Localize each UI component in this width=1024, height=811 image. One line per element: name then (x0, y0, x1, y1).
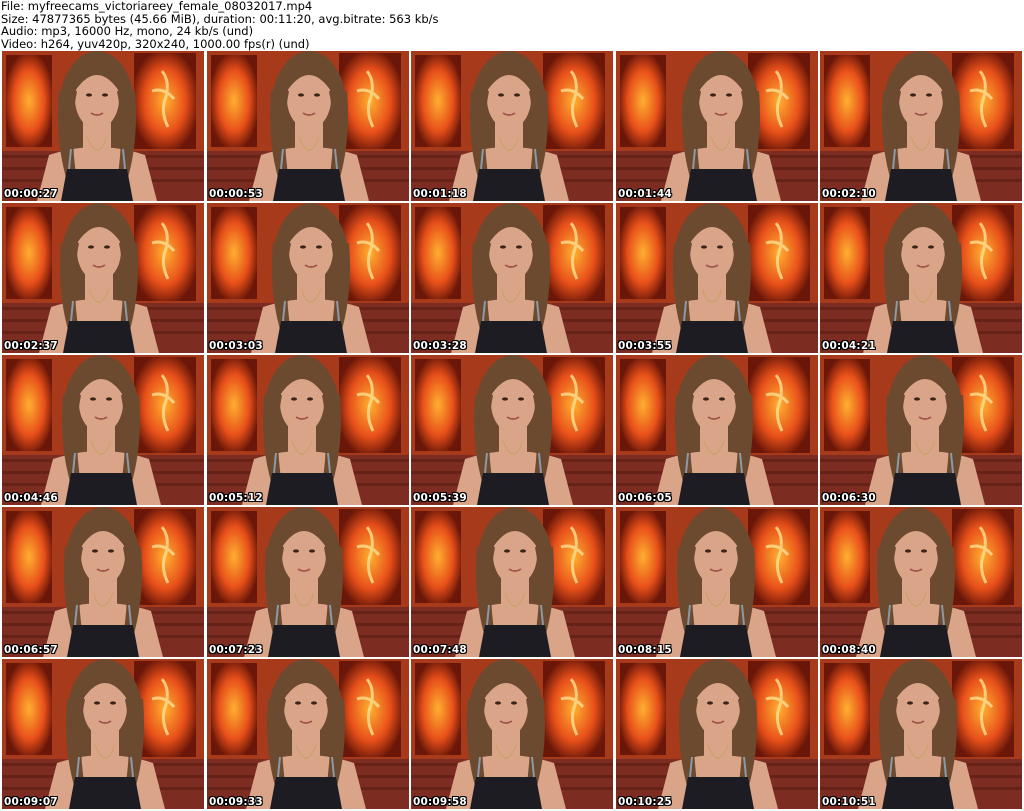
video-frame-thumbnail: 00:09:58 (411, 659, 613, 809)
frame-image (820, 659, 1022, 809)
frame-timestamp: 00:01:44 (618, 188, 672, 200)
video-frame-thumbnail: 00:02:37 (2, 203, 204, 353)
video-frame-thumbnail: 00:10:25 (616, 659, 818, 809)
video-frame-thumbnail: 00:03:55 (616, 203, 818, 353)
frame-timestamp: 00:05:12 (209, 492, 263, 504)
frame-timestamp: 00:06:57 (4, 644, 58, 656)
video-frame-thumbnail: 00:06:05 (616, 355, 818, 505)
video-frame-thumbnail: 00:03:03 (207, 203, 409, 353)
video-frame-thumbnail: 00:03:28 (411, 203, 613, 353)
video-frame-thumbnail: 00:01:18 (411, 51, 613, 201)
frame-image (207, 659, 409, 809)
video-frame-thumbnail: 00:09:07 (2, 659, 204, 809)
frame-image (207, 51, 409, 201)
video-frame-thumbnail: 00:07:48 (411, 507, 613, 657)
frame-timestamp: 00:02:37 (4, 340, 58, 352)
video-frame-thumbnail: 00:06:57 (2, 507, 204, 657)
frame-image (616, 51, 818, 201)
frame-timestamp: 00:04:46 (4, 492, 58, 504)
frame-image (411, 507, 613, 657)
file-name-line: File: myfreecams_victoriareey_female_080… (1, 0, 313, 13)
frame-image (616, 355, 818, 505)
frame-timestamp: 00:05:39 (413, 492, 467, 504)
frame-timestamp: 00:09:33 (209, 796, 263, 808)
frame-timestamp: 00:01:18 (413, 188, 467, 200)
frame-timestamp: 00:09:07 (4, 796, 58, 808)
frame-image (207, 355, 409, 505)
frame-timestamp: 00:07:23 (209, 644, 263, 656)
video-info-line: Video: h264, yuv420p, 320x240, 1000.00 f… (1, 36, 310, 51)
frame-timestamp: 00:08:15 (618, 644, 672, 656)
frame-image (411, 659, 613, 809)
frame-timestamp: 00:08:40 (822, 644, 876, 656)
frame-timestamp: 00:06:30 (822, 492, 876, 504)
frame-image (820, 355, 1022, 505)
frame-image (820, 203, 1022, 353)
video-frame-thumbnail: 00:01:44 (616, 51, 818, 201)
file-info-header: File: myfreecams_victoriareey_female_080… (0, 0, 1024, 50)
frame-image (616, 507, 818, 657)
frame-timestamp: 00:03:03 (209, 340, 263, 352)
frame-timestamp: 00:10:25 (618, 796, 672, 808)
frame-image (2, 659, 204, 809)
frame-image (411, 51, 613, 201)
frame-image (616, 659, 818, 809)
frame-timestamp: 00:10:51 (822, 796, 876, 808)
frame-image (820, 507, 1022, 657)
frame-timestamp: 00:06:05 (618, 492, 672, 504)
frame-timestamp: 00:00:27 (4, 188, 58, 200)
video-frame-thumbnail: 00:00:53 (207, 51, 409, 201)
video-frame-thumbnail: 00:02:10 (820, 51, 1022, 201)
video-frame-thumbnail: 00:04:21 (820, 203, 1022, 353)
frame-timestamp: 00:04:21 (822, 340, 876, 352)
audio-info-line: Audio: mp3, 16000 Hz, mono, 24 kb/s (und… (1, 24, 254, 38)
thumbnail-grid: 00:00:27 00:00:53 00:01:18 00:01:44 00:02:10… (0, 51, 1024, 811)
video-frame-thumbnail: 00:07:23 (207, 507, 409, 657)
frame-timestamp: 00:03:28 (413, 340, 467, 352)
video-frame-thumbnail: 00:06:30 (820, 355, 1022, 505)
video-frame-thumbnail: 00:08:15 (616, 507, 818, 657)
frame-timestamp: 00:03:55 (618, 340, 672, 352)
frame-image (616, 203, 818, 353)
video-frame-thumbnail: 00:00:27 (2, 51, 204, 201)
frame-image (2, 51, 204, 201)
video-frame-thumbnail: 00:05:12 (207, 355, 409, 505)
frame-image (207, 203, 409, 353)
frame-image (820, 51, 1022, 201)
frame-image (2, 507, 204, 657)
video-frame-thumbnail: 00:08:40 (820, 507, 1022, 657)
frame-image (2, 203, 204, 353)
frame-timestamp: 00:00:53 (209, 188, 263, 200)
video-frame-thumbnail: 00:09:33 (207, 659, 409, 809)
frame-timestamp: 00:07:48 (413, 644, 467, 656)
video-frame-thumbnail: 00:05:39 (411, 355, 613, 505)
frame-image (411, 355, 613, 505)
frame-image (2, 355, 204, 505)
video-frame-thumbnail: 00:10:51 (820, 659, 1022, 809)
frame-image (207, 507, 409, 657)
frame-timestamp: 00:09:58 (413, 796, 467, 808)
video-frame-thumbnail: 00:04:46 (2, 355, 204, 505)
frame-timestamp: 00:02:10 (822, 188, 876, 200)
frame-image (411, 203, 613, 353)
